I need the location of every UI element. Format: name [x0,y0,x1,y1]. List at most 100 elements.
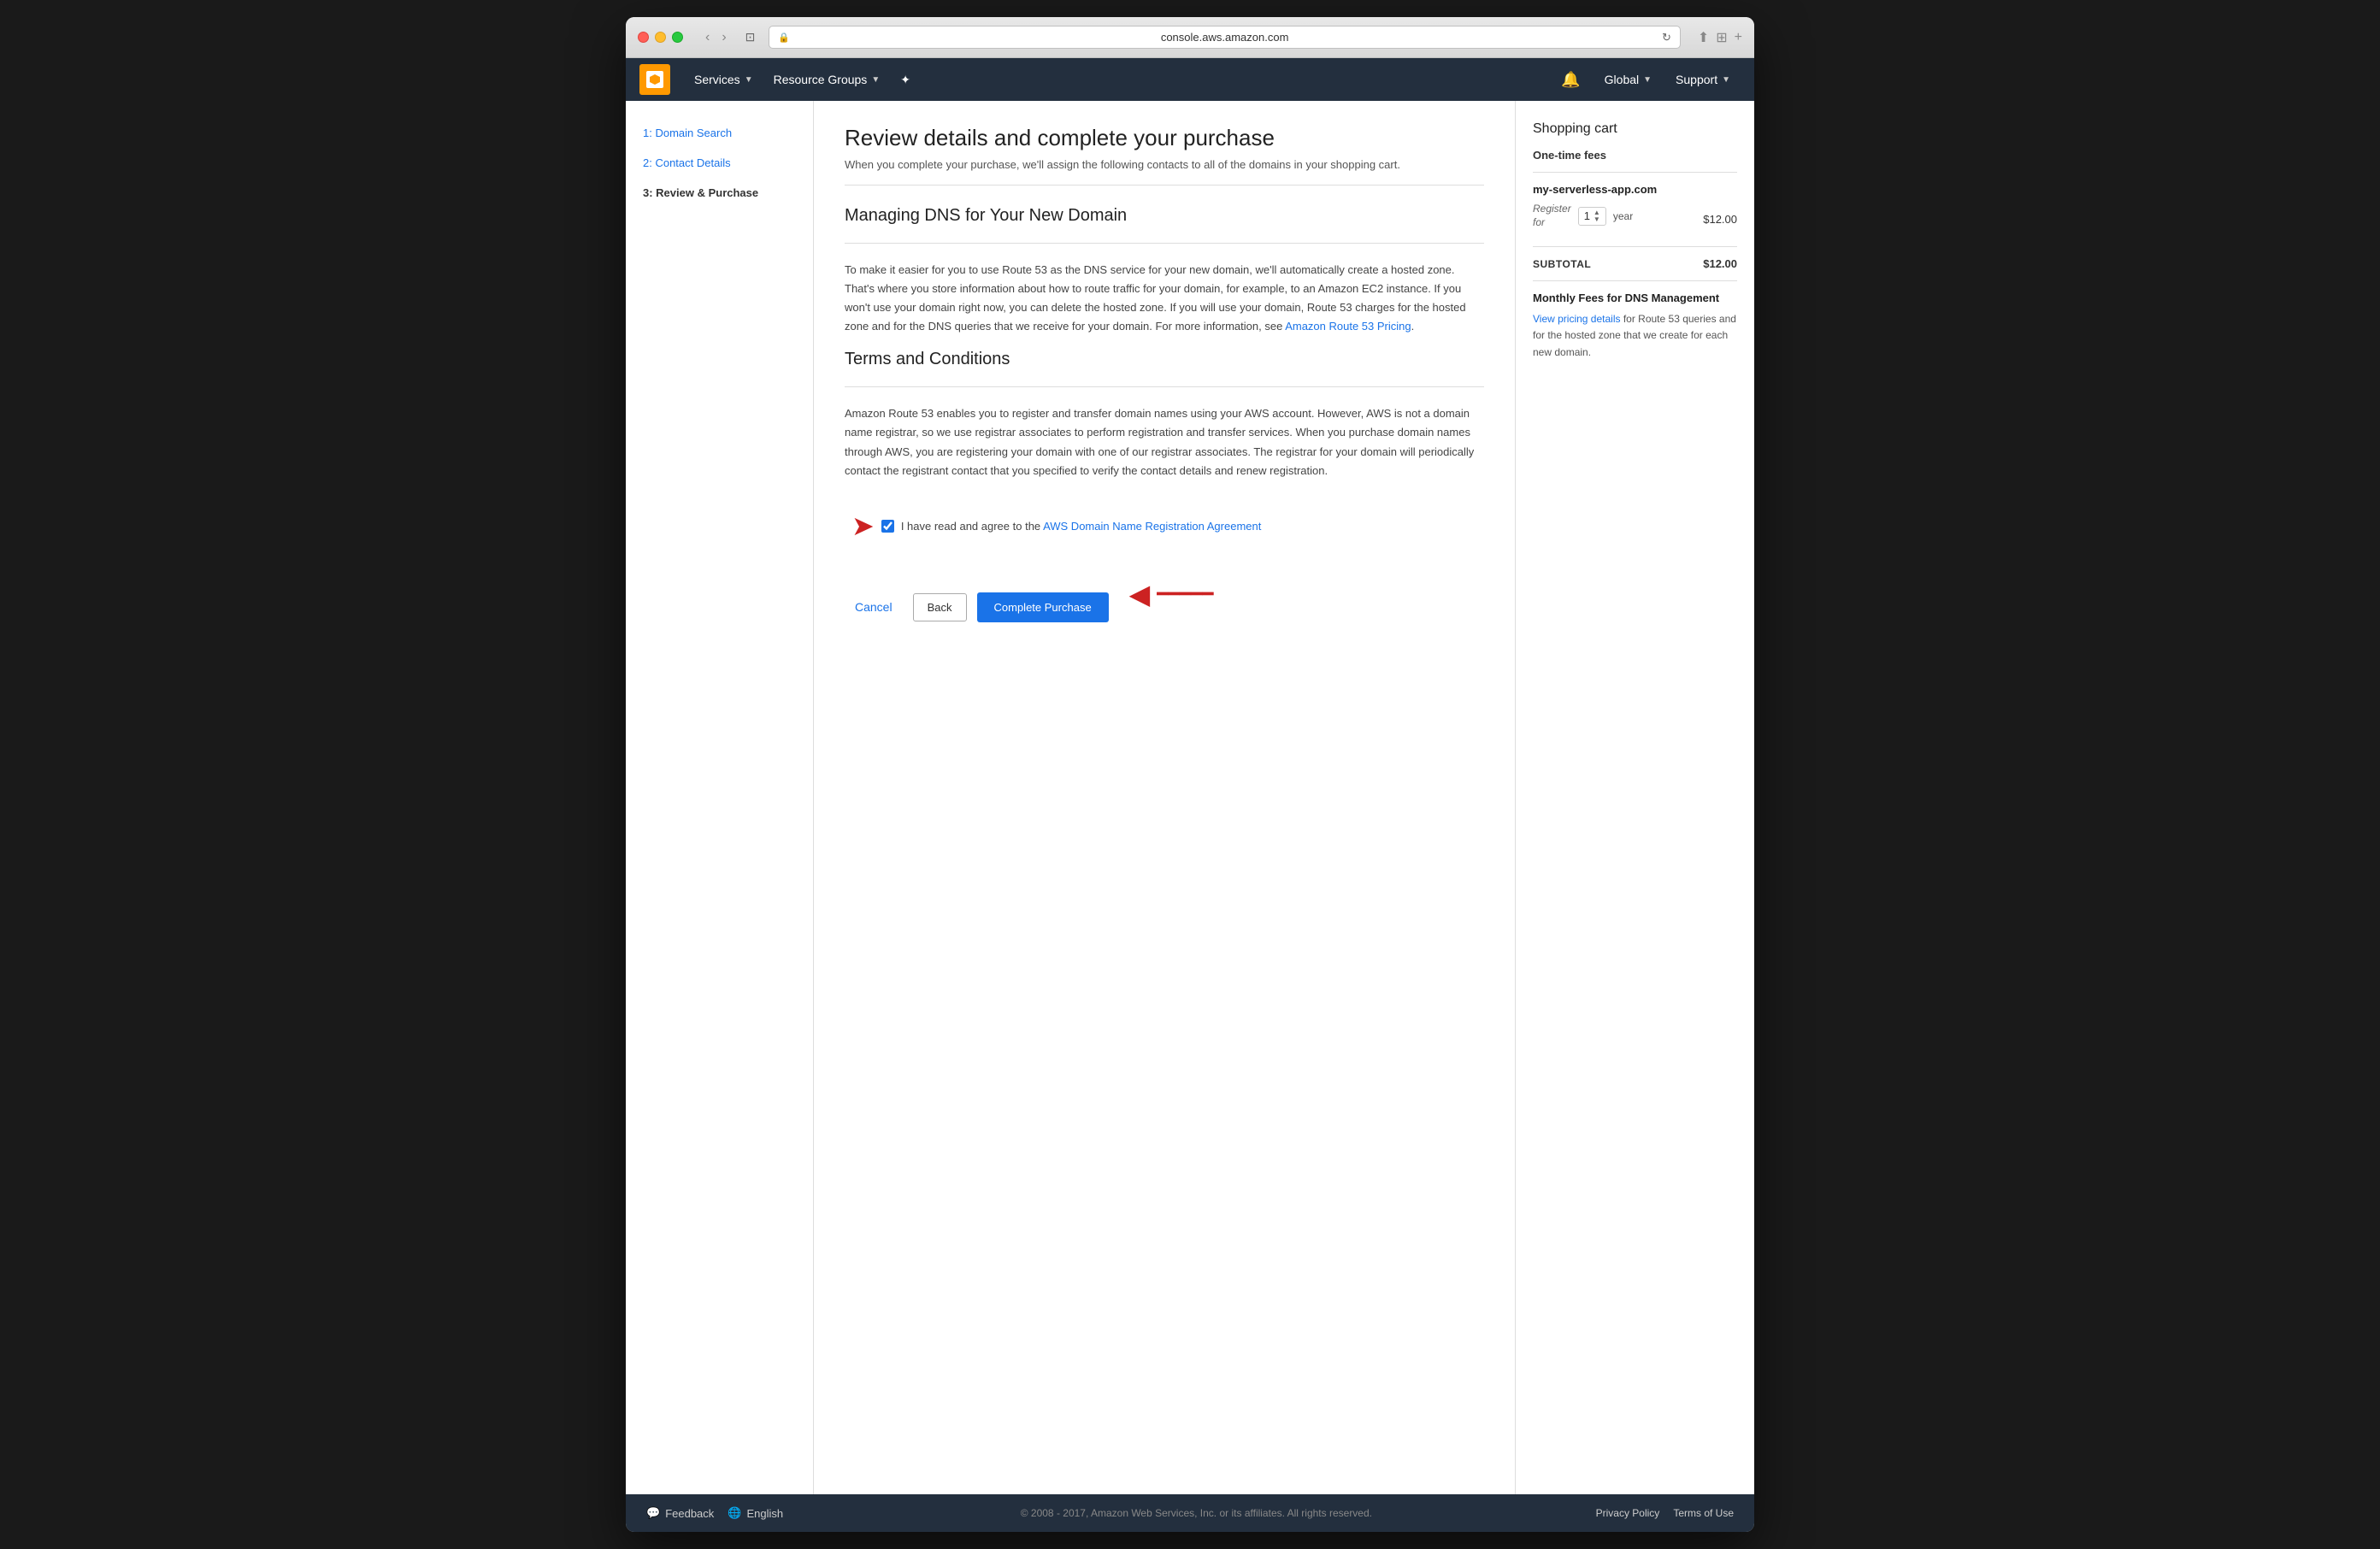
sidebar-item-domain-search[interactable]: 1: Domain Search [626,118,813,148]
global-dropdown-icon: ▼ [1643,75,1652,85]
dns-divider [845,243,1484,244]
checkbox-row: ➤ I have read and agree to the AWS Domai… [845,494,1484,558]
subtotal-row: SUBTOTAL $12.00 [1533,257,1737,270]
url-bar[interactable]: 🔒 console.aws.amazon.com ↻ [769,26,1680,49]
minimize-button[interactable] [655,32,666,43]
traffic-lights [638,32,683,43]
monthly-fees-title: Monthly Fees for DNS Management [1533,292,1737,304]
back-nav-button[interactable]: ‹ [700,28,715,47]
sidebar-item-contact-details[interactable]: 2: Contact Details [626,148,813,178]
terms-of-use-link[interactable]: Terms of Use [1673,1507,1734,1519]
footer-right: Privacy Policy Terms of Use [1596,1507,1734,1519]
pin-nav-item[interactable]: ✦ [890,58,921,101]
globe-icon: 🌐 [728,1506,741,1520]
checkbox-label: I have read and agree to the AWS Domain … [901,520,1262,533]
cart-one-time-fees: One-time fees [1533,149,1737,162]
resource-groups-dropdown-icon: ▼ [871,75,880,85]
content-area: Review details and complete your purchas… [814,101,1515,1494]
bell-icon[interactable]: 🔔 [1551,71,1590,89]
sidebar: 1: Domain Search 2: Contact Details 3: R… [626,101,814,1494]
checkbox-area: I have read and agree to the AWS Domain … [881,511,1262,541]
dns-body-text: To make it easier for you to use Route 5… [845,261,1484,336]
tab-icon: ⊡ [740,27,761,47]
browser-titlebar: ‹ › ⊡ 🔒 console.aws.amazon.com ↻ ⬆ ⊞ + [626,17,1754,58]
subtotal-price: $12.00 [1703,257,1737,270]
register-label: Registerfor [1533,203,1571,229]
agreement-link[interactable]: AWS Domain Name Registration Agreement [1043,520,1261,533]
new-tab-button[interactable]: ⊞ [1716,29,1727,46]
checkbox-label-text: I have read and agree to the [901,520,1043,533]
global-nav-item[interactable]: Global ▼ [1594,58,1662,101]
cart-divider-3 [1533,280,1737,281]
feedback-item[interactable]: 💬 Feedback [646,1506,728,1520]
browser-actions: ⬆ ⊞ + [1698,29,1742,46]
terms-body-text: Amazon Route 53 enables you to register … [845,404,1484,480]
feedback-label: Feedback [665,1507,714,1520]
cart-divider-2 [1533,246,1737,247]
services-nav-item[interactable]: Services ▼ [684,58,763,101]
resource-groups-nav-item[interactable]: Resource Groups ▼ [763,58,891,101]
aws-navbar: Services ▼ Resource Groups ▼ ✦ 🔔 Global … [626,58,1754,101]
share-button[interactable]: ⬆ [1698,29,1709,46]
english-item[interactable]: 🌐 English [728,1506,797,1520]
sidebar-item-review-purchase: 3: Review & Purchase [626,178,813,208]
subtotal-label: SUBTOTAL [1533,258,1591,270]
pin-icon: ✦ [900,73,910,87]
complete-purchase-button[interactable]: Complete Purchase [977,592,1109,622]
back-button[interactable]: Back [913,593,967,621]
action-row: Cancel Back Complete Purchase ◀ ━━━━━ [845,567,1484,622]
cancel-button[interactable]: Cancel [845,593,903,621]
nav-right-items: 🔔 Global ▼ Support ▼ [1551,58,1741,101]
right-arrow-annotation: ◀ [1129,578,1151,610]
page-title: Review details and complete your purchas… [845,125,1484,151]
subtitle: When you complete your purchase, we'll a… [845,158,1484,186]
url-text: console.aws.amazon.com [1161,31,1289,44]
dns-section-title: Managing DNS for Your New Domain [845,206,1484,226]
stepper-down-icon[interactable]: ▼ [1594,216,1600,223]
year-stepper[interactable]: 1 ▲ ▼ [1578,207,1606,226]
terms-divider [845,386,1484,387]
sidebar-item-domain-search-label: 1: Domain Search [643,127,732,139]
browser-window: ‹ › ⊡ 🔒 console.aws.amazon.com ↻ ⬆ ⊞ + S… [626,17,1754,1532]
dns-pricing-link[interactable]: Amazon Route 53 Pricing [1285,320,1411,333]
add-tab-button[interactable]: + [1735,29,1742,46]
sidebar-item-contact-details-label: 2: Contact Details [643,156,731,169]
lock-icon: 🔒 [778,32,790,43]
aws-logo-inner [650,74,660,85]
services-dropdown-icon: ▼ [745,75,753,85]
close-button[interactable] [638,32,649,43]
year-label: year [1613,210,1633,222]
terms-section-title: Terms and Conditions [845,350,1484,369]
monthly-fees-text: View pricing details for Route 53 querie… [1533,311,1737,361]
chat-icon: 💬 [646,1506,660,1520]
action-buttons: Cancel Back Complete Purchase [845,584,1109,622]
aws-logo [639,64,670,95]
cart-divider-1 [1533,172,1737,173]
support-label: Support [1676,73,1717,86]
cart-sidebar: Shopping cart One-time fees my-serverles… [1515,101,1754,1494]
footer: 💬 Feedback 🌐 English © 2008 - 2017, Amaz… [626,1494,1754,1532]
support-nav-item[interactable]: Support ▼ [1665,58,1741,101]
cart-title: Shopping cart [1533,121,1737,137]
aws-logo-box [646,71,663,88]
cart-domain-name: my-serverless-app.com [1533,183,1737,196]
cart-price: $12.00 [1703,213,1737,226]
refresh-icon[interactable]: ↻ [1662,31,1671,44]
year-value: 1 [1584,209,1590,222]
right-arrow-line: ━━━━━ [1157,583,1213,605]
services-label: Services [694,73,740,86]
sidebar-item-review-purchase-label: 3: Review & Purchase [643,186,758,199]
agreement-checkbox[interactable] [881,520,894,533]
maximize-button[interactable] [672,32,683,43]
resource-groups-label: Resource Groups [774,73,868,86]
privacy-policy-link[interactable]: Privacy Policy [1596,1507,1660,1519]
view-pricing-link[interactable]: View pricing details [1533,313,1621,325]
main-content: 1: Domain Search 2: Contact Details 3: R… [626,101,1754,1494]
register-row: Registerfor 1 ▲ ▼ year [1533,203,1633,229]
global-label: Global [1605,73,1639,86]
nav-buttons: ‹ › [700,28,732,47]
forward-nav-button[interactable]: › [716,28,731,47]
footer-copyright: © 2008 - 2017, Amazon Web Services, Inc.… [797,1507,1596,1519]
support-dropdown-icon: ▼ [1722,75,1730,85]
stepper-arrows: ▲ ▼ [1594,209,1600,223]
